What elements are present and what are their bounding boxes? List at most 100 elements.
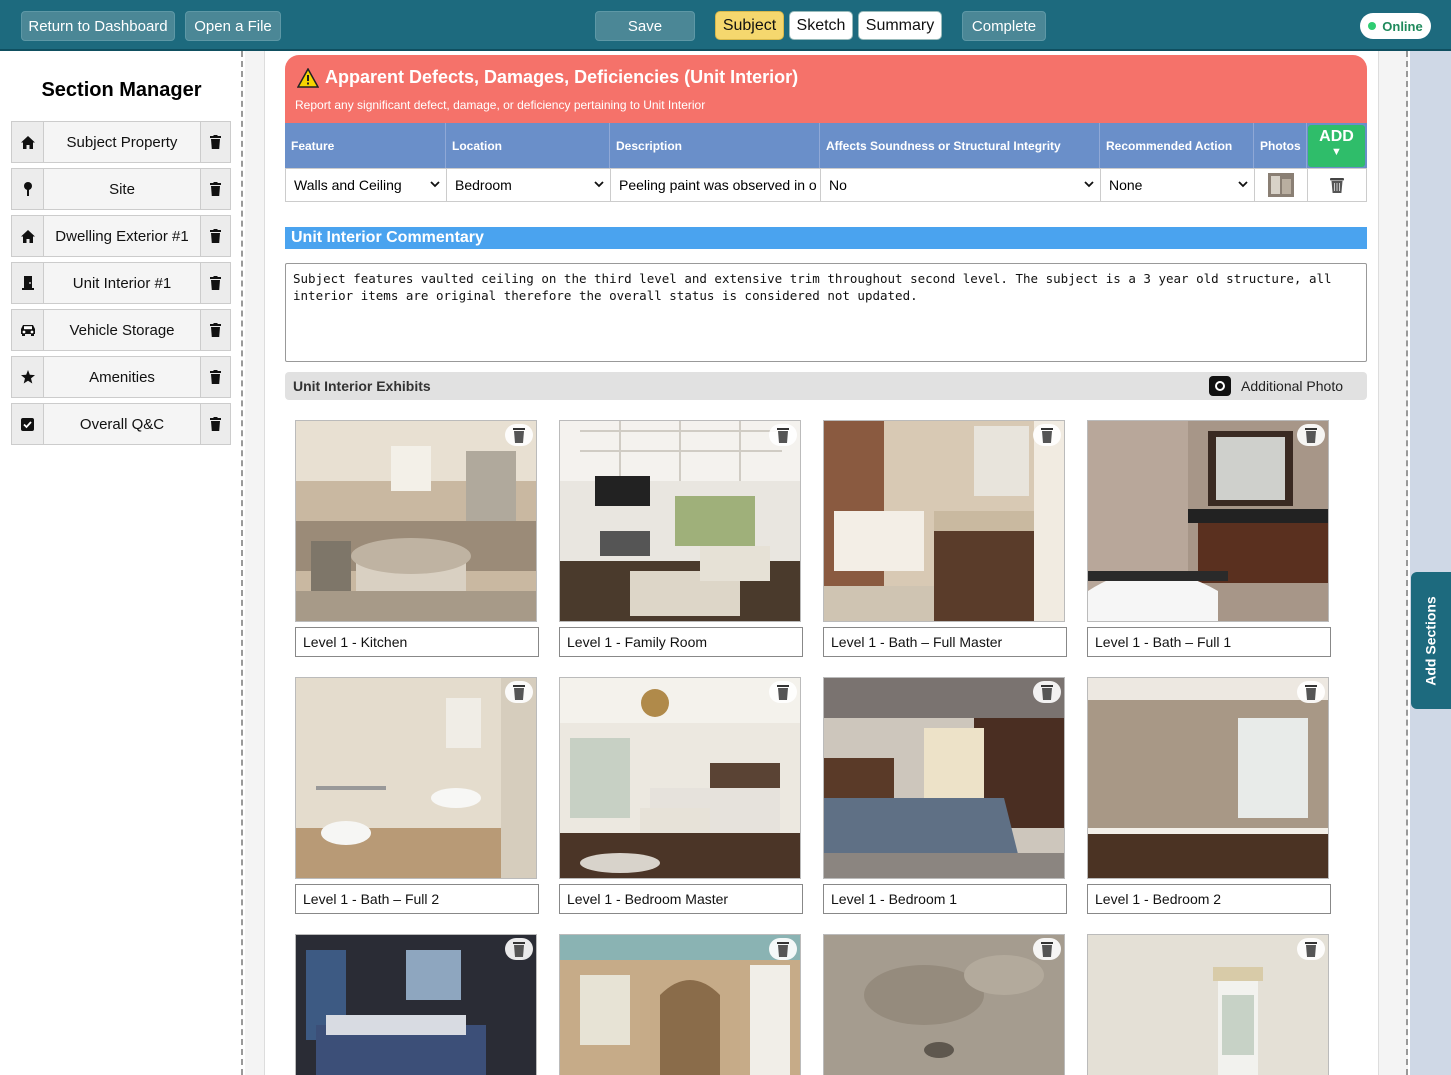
status-badge: Online [1360, 13, 1431, 39]
exhibit-photo-bedroom-master[interactable] [559, 677, 801, 879]
column-header-action: Recommended Action [1100, 123, 1254, 168]
tab-subject[interactable]: Subject [715, 11, 784, 40]
trash-icon[interactable] [200, 357, 230, 397]
status-label: Online [1382, 18, 1423, 34]
photo-caption-input[interactable]: Level 1 - Family Room [559, 627, 803, 657]
sidebar-item-dwelling-exterior[interactable]: Dwelling Exterior #1 [11, 215, 231, 257]
checkbox-icon [12, 404, 44, 444]
add-sections-label: Add Sections [1423, 595, 1439, 686]
sidebar-item-label: Amenities [44, 357, 200, 397]
trash-icon[interactable] [505, 424, 533, 446]
additional-photo-button[interactable]: Additional Photo [1209, 376, 1343, 396]
trash-icon[interactable] [769, 424, 797, 446]
photo-thumbnail[interactable] [1255, 169, 1308, 201]
sidebar-item-label: Vehicle Storage [44, 310, 200, 350]
sidebar-item-label: Subject Property [44, 122, 200, 162]
exhibit-photo[interactable] [1087, 934, 1329, 1075]
sidebar-item-label: Unit Interior #1 [44, 263, 200, 303]
trash-icon[interactable] [200, 169, 230, 209]
sidebar-item-amenities[interactable]: Amenities [11, 356, 231, 398]
trash-icon[interactable] [1297, 681, 1325, 703]
exhibit-photo-bedroom-1[interactable] [823, 677, 1065, 879]
photo-caption-input[interactable]: Level 1 - Bedroom 2 [1087, 884, 1331, 914]
delete-row-button[interactable] [1308, 169, 1366, 201]
dropdown-arrow-icon: ▼ [1331, 146, 1342, 158]
trash-icon[interactable] [505, 938, 533, 960]
trash-icon[interactable] [1033, 681, 1061, 703]
commentary-textarea[interactable]: Subject features vaulted ceiling on the … [285, 263, 1367, 362]
trash-icon[interactable] [1033, 938, 1061, 960]
action-select[interactable]: None [1101, 169, 1255, 201]
trash-can-icon [1330, 178, 1344, 193]
photo-caption-input[interactable]: Level 1 - Kitchen [295, 627, 539, 657]
tab-summary[interactable]: Summary [858, 11, 942, 40]
photo-caption-input[interactable]: Level 1 - Bedroom 1 [823, 884, 1067, 914]
add-sections-button[interactable]: Add Sections [1411, 572, 1451, 709]
add-row-button[interactable]: ADD ▼ [1308, 125, 1365, 167]
defects-panel: Apparent Defects, Damages, Deficiencies … [285, 55, 1367, 202]
exhibit-photo[interactable] [823, 934, 1065, 1075]
sidebar-item-overall-qc[interactable]: Overall Q&C [11, 403, 231, 445]
exhibit-photo-bath-full-2[interactable] [295, 677, 537, 879]
trash-icon[interactable] [200, 216, 230, 256]
exhibit-photo-kitchen[interactable] [295, 420, 537, 622]
feature-select[interactable]: Walls and Ceiling [286, 169, 447, 201]
trash-icon[interactable] [200, 263, 230, 303]
chevron-down-icon [1084, 181, 1094, 188]
defects-title: Apparent Defects, Damages, Deficiencies … [325, 67, 799, 87]
photo-caption-input[interactable]: Level 1 - Bath – Full 2 [295, 884, 539, 914]
open-file-button[interactable]: Open a File [185, 11, 281, 41]
defects-subtitle: Report any significant defect, damage, o… [295, 98, 706, 112]
exhibit-photo[interactable] [559, 934, 801, 1075]
trash-icon[interactable] [200, 310, 230, 350]
content-gutter-right [1378, 51, 1408, 1075]
sidebar-item-unit-interior[interactable]: Unit Interior #1 [11, 262, 231, 304]
status-dot-icon [1368, 22, 1377, 30]
exhibits-title: Unit Interior Exhibits [293, 378, 431, 394]
trash-icon[interactable] [505, 681, 533, 703]
trash-icon[interactable] [200, 404, 230, 444]
tab-sketch[interactable]: Sketch [789, 11, 853, 40]
sidebar-item-subject-property[interactable]: Subject Property [11, 121, 231, 163]
photo-caption-input[interactable]: Level 1 - Bedroom Master [559, 884, 803, 914]
pin-icon [12, 169, 44, 209]
trash-icon[interactable] [1033, 424, 1061, 446]
home-icon [12, 122, 44, 162]
right-rail [1410, 51, 1451, 1075]
trash-icon[interactable] [769, 681, 797, 703]
trash-icon[interactable] [769, 938, 797, 960]
door-icon [12, 263, 44, 303]
trash-icon[interactable] [1297, 424, 1325, 446]
return-to-dashboard-button[interactable]: Return to Dashboard [21, 11, 175, 41]
action-value: None [1109, 177, 1143, 193]
defects-header: Apparent Defects, Damages, Deficiencies … [285, 55, 1367, 125]
location-select[interactable]: Bedroom [447, 169, 611, 201]
column-header-location: Location [446, 123, 610, 168]
feature-value: Walls and Ceiling [294, 177, 402, 193]
add-label: ADD [1319, 128, 1354, 145]
sidebar-item-vehicle-storage[interactable]: Vehicle Storage [11, 309, 231, 351]
photo-caption-input[interactable]: Level 1 - Bath – Full 1 [1087, 627, 1331, 657]
column-header-photos: Photos [1254, 123, 1307, 168]
sidebar-item-label: Site [44, 169, 200, 209]
photo-caption-input[interactable]: Level 1 - Bath – Full Master [823, 627, 1067, 657]
exhibit-photo-bedroom-2[interactable] [1087, 677, 1329, 879]
complete-button[interactable]: Complete [962, 11, 1046, 41]
exhibit-photo-bath-full-1[interactable] [1087, 420, 1329, 622]
affects-select[interactable]: No [821, 169, 1101, 201]
chevron-down-icon [594, 181, 604, 188]
affects-value: No [829, 177, 847, 193]
trash-icon[interactable] [1297, 938, 1325, 960]
sidebar-item-site[interactable]: Site [11, 168, 231, 210]
column-header-affects: Affects Soundness or Structural Integrit… [820, 123, 1100, 168]
defects-table-header: Feature Location Description Affects Sou… [285, 123, 1367, 168]
trash-icon[interactable] [200, 122, 230, 162]
exhibits-bar: Unit Interior Exhibits Additional Photo [285, 372, 1367, 400]
exhibit-photo-bath-full-master[interactable] [823, 420, 1065, 622]
exhibit-photo-family-room[interactable] [559, 420, 801, 622]
section-manager-sidebar: Section Manager Subject Property Site Dw… [0, 51, 243, 1075]
save-button[interactable]: Save [595, 11, 695, 41]
description-input[interactable]: Peeling paint was observed in o [611, 169, 821, 201]
sidebar-item-label: Dwelling Exterior #1 [44, 216, 200, 256]
exhibit-photo[interactable] [295, 934, 537, 1075]
